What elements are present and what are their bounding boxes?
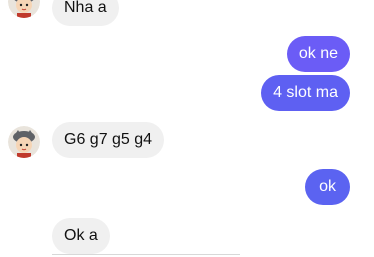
divider [52,254,240,255]
message-bubble-incoming: G6 g7 g5 g4 [52,122,165,158]
contact-avatar[interactable] [8,126,40,158]
message-bubble-outgoing: ok [305,169,350,205]
message-bubble-incoming: Ok a [52,218,110,254]
contact-avatar[interactable] [8,0,40,18]
chat-thread: Nha a ok ne 4 slot ma G6 g7 g5 g4 ok Ok … [0,0,374,257]
cartoon-character-avatar-icon [8,126,40,158]
message-bubble-outgoing: 4 slot ma [261,75,350,111]
message-bubble-outgoing: ok ne [286,36,350,72]
cartoon-character-avatar-icon [8,0,40,18]
message-bubble-incoming: Nha a [52,0,119,26]
